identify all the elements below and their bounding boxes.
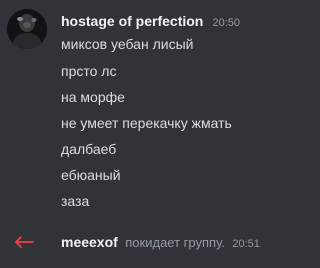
message-line: прсто лс bbox=[61, 63, 117, 79]
message-line: не умеет перекачку жмать bbox=[61, 115, 232, 131]
system-message-timestamp[interactable]: 20:51 bbox=[232, 238, 260, 250]
avatar[interactable] bbox=[7, 9, 47, 49]
message-header: hostage of perfection 20:50 bbox=[61, 12, 240, 32]
leave-arrow-icon bbox=[15, 236, 34, 248]
message-line: ебюаный bbox=[61, 167, 121, 183]
chat-window: hostage of perfection 20:50 миксов уебан… bbox=[0, 0, 302, 268]
message-timestamp[interactable]: 20:50 bbox=[212, 17, 240, 29]
message-line: на морфе bbox=[61, 89, 125, 105]
system-message-user[interactable]: meeexof bbox=[61, 234, 118, 250]
avatar-image-icon bbox=[7, 9, 47, 49]
message-line: далбаеб bbox=[61, 141, 117, 157]
system-message-text: meeexof покидает группу. 20:51 bbox=[61, 233, 260, 253]
message-line: миксов уебан лисый bbox=[61, 36, 194, 52]
system-message-action: покидает группу. bbox=[125, 235, 225, 250]
message-line: заза bbox=[61, 193, 90, 209]
author-name[interactable]: hostage of perfection bbox=[61, 13, 203, 29]
system-message: meeexof покидает группу. 20:51 bbox=[0, 232, 302, 252]
